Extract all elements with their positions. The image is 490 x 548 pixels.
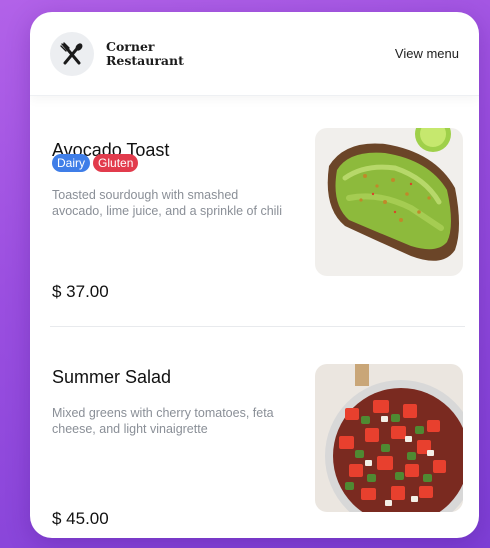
menu-item-avocado-toast[interactable]: Avocado Toast Dairy Gluten Toasted sourd… bbox=[30, 96, 479, 326]
header: Corner Restaurant View menu bbox=[30, 12, 479, 96]
tag-gluten: Gluten bbox=[93, 154, 139, 172]
item-title: Summer Salad bbox=[52, 367, 172, 387]
menu-item-summer-salad[interactable]: Summer Salad Mixed greens with cherry to… bbox=[30, 327, 479, 538]
item-tags: Dairy Gluten bbox=[52, 154, 139, 172]
restaurant-name: Corner Restaurant bbox=[106, 38, 184, 68]
fork-knife-icon bbox=[50, 31, 94, 76]
avocado-toast-photo bbox=[315, 128, 463, 276]
menu-card: Corner Restaurant View menu Avocado Toas… bbox=[30, 12, 479, 538]
view-menu-link[interactable]: View menu bbox=[395, 46, 459, 61]
tag-dairy: Dairy bbox=[52, 154, 91, 172]
brand-line-1: Corner bbox=[106, 38, 155, 54]
summer-salad-photo bbox=[315, 364, 463, 512]
item-price: $ 37.00 bbox=[52, 282, 109, 301]
brand-line-2: Restaurant bbox=[106, 52, 184, 68]
item-description: Mixed greens with cherry tomatoes, feta … bbox=[52, 406, 274, 436]
item-description: Toasted sourdough with smashed avocado, … bbox=[52, 188, 282, 218]
item-price: $ 45.00 bbox=[52, 509, 109, 528]
